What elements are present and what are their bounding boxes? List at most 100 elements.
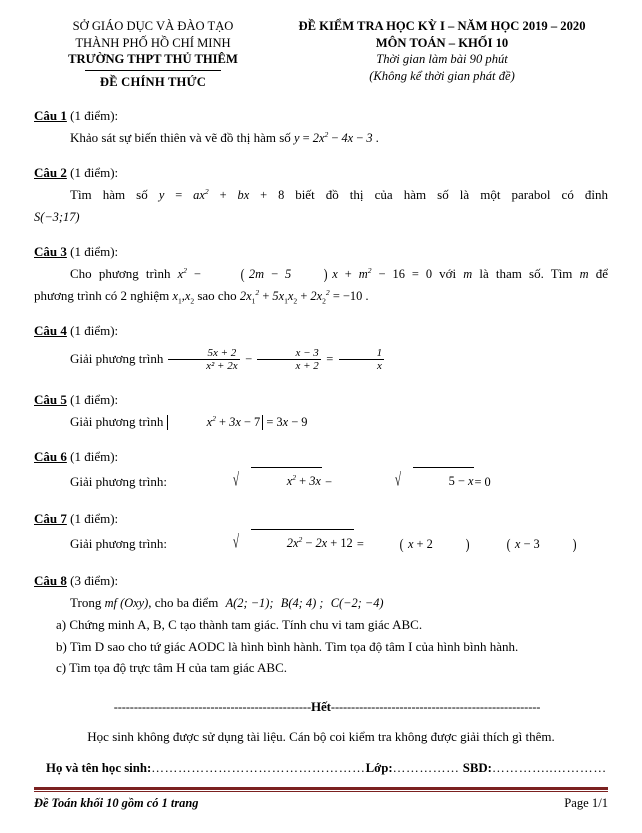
point-b: B(4; 4) ; <box>280 596 324 610</box>
official-exam-stamp: ĐỀ CHÍNH THỨC <box>99 74 207 89</box>
question-6-label: Câu 6 <box>34 449 67 464</box>
question-3-heading: Câu 3 (1 điểm): <box>34 242 608 261</box>
point-a: A(2; −1); <box>225 596 274 610</box>
question-3-text-end: để <box>595 266 608 281</box>
question-2-equation: y = ax2 + bx + 8 <box>158 186 285 202</box>
class-blank[interactable]: …………… <box>393 761 460 775</box>
question-4-fraction-1: 5x + 2 x² + 2x <box>168 347 240 373</box>
question-3-line2-mid: sao cho <box>197 288 237 303</box>
exam-page: SỞ GIÁO DỤC VÀ ĐÀO TẠO THÀNH PHỐ HỒ CHÍ … <box>0 0 642 833</box>
question-4-operator-1: − <box>244 352 253 366</box>
fraction-1-numerator: 5x + 2 <box>207 346 237 359</box>
header-left-block: SỞ GIÁO DỤC VÀ ĐÀO TẠO THÀNH PHỐ HỒ CHÍ … <box>34 18 272 90</box>
question-8-intro-before: Trong <box>70 595 102 610</box>
question-8-intro-after: , cho ba điểm <box>148 595 219 610</box>
student-info-line: Họ và tên học sinh:…………………………………………Lớp:…… <box>34 761 608 776</box>
question-6: Câu 6 (1 điểm): Giải phương trình: √ x2 +… <box>34 447 608 495</box>
question-2-line2: S(−3;17) <box>34 206 608 228</box>
question-6-points: (1 điểm): <box>70 449 119 464</box>
question-3-equation: x2 − (2m − 5) x + m2 − 16 = 0 <box>177 265 433 283</box>
sqrt-icon-2: √ 5 − x <box>332 467 475 495</box>
question-6-text: Giải phương trình: <box>70 474 167 489</box>
exam-instructions-note: Học sinh không được sử dụng tài liệu. Cá… <box>87 728 555 744</box>
question-4: Câu 4 (1 điểm): Giải phương trình 5x + 2… <box>34 321 608 376</box>
footer-rule-thick <box>34 786 608 790</box>
question-5-body: Giải phương trình x2 + 3x − 7 = 3x − 9 <box>34 411 608 433</box>
sbd-blank[interactable]: …………..………… <box>492 761 607 775</box>
school-name: TRƯỜNG THPT THỦ THIÊM <box>68 52 238 66</box>
student-name-blank[interactable]: ………………………………………… <box>151 761 365 775</box>
question-1-body: Khảo sát sự biến thiên và vẽ đồ thị hàm … <box>34 127 608 149</box>
question-4-points: (1 điểm): <box>70 323 119 338</box>
question-8-label: Câu 8 <box>34 573 67 588</box>
question-2-label: Câu 2 <box>34 165 67 180</box>
question-4-text: Giải phương trình <box>70 351 164 366</box>
question-5-heading: Câu 5 (1 điểm): <box>34 390 608 409</box>
question-7: Câu 7 (1 điểm): Giải phương trình: √ 2x2 … <box>34 509 608 557</box>
question-4-fraction-3: 1 x <box>338 346 385 373</box>
question-1-heading: Câu 1 (1 điểm): <box>34 106 608 125</box>
question-8: Câu 8 (3 điểm): Trong mf (Oxy), cho ba đ… <box>34 571 608 679</box>
question-2: Câu 2 (1 điểm): Tìm hàm số y = ax2 + bx … <box>34 163 608 228</box>
question-2-vertex: S(−3;17) <box>34 210 80 224</box>
separator-dashes-right: ----------------------------------------… <box>330 699 541 714</box>
question-6-rhs: = 0 <box>474 475 491 489</box>
footer-row: Đề Toán khối 10 gồm có 1 trang Page 1/1 <box>34 796 608 811</box>
exam-duration-note: (Không kể thời gian phát đề) <box>369 68 515 83</box>
question-8-part-b: b) Tìm D sao cho tứ giác AODC là hình bì… <box>56 638 519 654</box>
header-divider-rule <box>85 69 221 71</box>
question-6-equation: √ x2 + 3x − √ 5 − x= 0 <box>170 467 491 490</box>
exam-title-line-1: ĐỀ KIỂM TRA HỌC KỲ I – NĂM HỌC 2019 – 20… <box>298 19 586 33</box>
fraction-3-numerator: 1 <box>376 346 383 359</box>
exam-content: Câu 1 (1 điểm): Khảo sát sự biến thiên v… <box>0 106 642 776</box>
sqrt-icon-3: √ 2x2 − 2x + 12 <box>170 529 354 557</box>
question-2-text-after: biết đồ thị của hàm số là một parabol có… <box>295 187 609 202</box>
question-5: Câu 5 (1 điểm): Giải phương trình x2 + 3… <box>34 390 608 433</box>
question-3: Câu 3 (1 điểm): Cho phương trình x2 − (2… <box>34 242 608 307</box>
sqrt-icon-1: √ x2 + 3x <box>170 467 322 495</box>
question-8-points: (3 điểm): <box>70 573 119 588</box>
question-7-label: Câu 7 <box>34 511 67 526</box>
question-8-part-c: c) Tìm tọa độ trực tâm H của tam giác AB… <box>56 660 287 675</box>
question-3-label: Câu 3 <box>34 244 67 259</box>
question-3-body: Cho phương trình x2 − (2m − 5) x + m2 − 1… <box>34 263 608 285</box>
question-2-body: Tìm hàm số y = ax2 + bx + 8 biết đồ thị … <box>34 184 608 206</box>
question-3-line2: phương trình có 2 nghiệm x1,x2 sao cho 2… <box>34 285 608 307</box>
question-5-equation: x2 + 3x − 7 = 3x − 9 <box>166 415 308 430</box>
question-3-line2-before: phương trình có 2 nghiệm <box>34 288 170 303</box>
question-3-roots: x1,x2 <box>172 289 195 306</box>
end-separator: ----------------------------------------… <box>34 699 608 715</box>
question-4-body: Giải phương trình 5x + 2 x² + 2x − x − 3… <box>34 342 608 376</box>
question-6-operator: − <box>325 475 333 489</box>
question-7-heading: Câu 7 (1 điểm): <box>34 509 608 528</box>
question-1-label: Câu 1 <box>34 108 67 123</box>
header-right-block: ĐỀ KIỂM TRA HỌC KỲ I – NĂM HỌC 2019 – 20… <box>272 18 608 90</box>
question-3-text-before: Cho phương trình <box>70 266 171 281</box>
question-1-points: (1 điểm): <box>70 108 119 123</box>
fraction-3-denominator: x <box>338 359 385 373</box>
question-6-heading: Câu 6 (1 điểm): <box>34 447 608 466</box>
question-7-equation: √ 2x2 − 2x + 12 = (x + 2)(x − 3) <box>170 529 581 553</box>
question-5-rhs: = 3 <box>263 415 283 429</box>
fraction-2-numerator: x − 3 <box>295 346 319 359</box>
question-2-text-before: Tìm hàm số <box>70 187 148 202</box>
department-line-1: SỞ GIÁO DỤC VÀ ĐÀO TẠO <box>72 19 234 33</box>
page-header: SỞ GIÁO DỤC VÀ ĐÀO TẠO THÀNH PHỐ HỒ CHÍ … <box>0 0 642 90</box>
question-1-text: Khảo sát sự biến thiên và vẽ đồ thị hàm … <box>70 130 291 145</box>
fraction-1-denominator: x² + 2x <box>168 359 240 373</box>
question-7-text: Giải phương trình: <box>70 536 167 551</box>
question-3-text-mid: với <box>439 266 457 281</box>
question-3-param: m <box>463 267 473 281</box>
question-8-intro: Trong mf (Oxy), cho ba điểm A(2; −1); B(… <box>34 592 608 614</box>
footer-rule-thin <box>34 791 608 792</box>
question-1-period: . <box>375 130 379 145</box>
question-7-body: Giải phương trình: √ 2x2 − 2x + 12 = (x +… <box>34 529 608 557</box>
question-5-points: (1 điểm): <box>70 392 119 407</box>
exam-duration: Thời gian làm bài 90 phút <box>376 52 508 66</box>
question-4-label: Câu 4 <box>34 323 67 338</box>
exam-title-line-2: MÔN TOÁN – KHỐI 10 <box>375 35 509 50</box>
student-name-label: Họ và tên học sinh: <box>46 760 152 775</box>
department-line-2: THÀNH PHỐ HỒ CHÍ MINH <box>75 35 231 50</box>
question-4-operator-2: = <box>325 352 334 366</box>
separator-word-het: Hết <box>311 698 331 714</box>
